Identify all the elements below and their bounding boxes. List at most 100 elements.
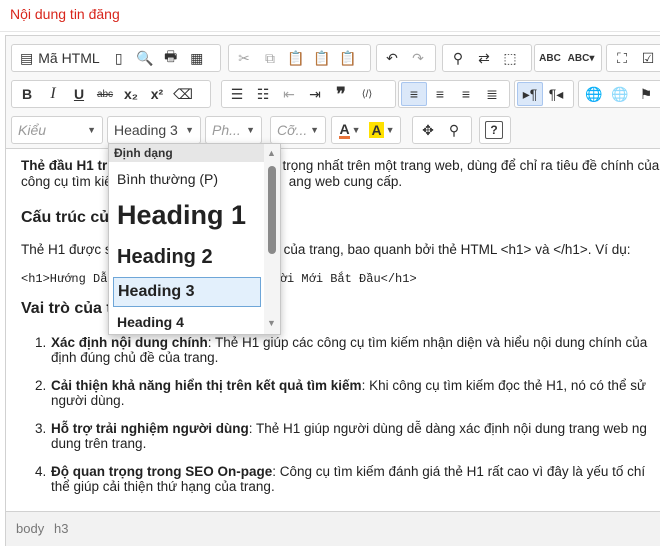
blockquote-button[interactable]: ❞ (328, 82, 354, 106)
format-option-heading-2[interactable]: Heading 2 (113, 246, 261, 269)
content-heading-role: Vai trò của t (21, 300, 112, 317)
font-combo[interactable]: Ph... ▼ (205, 116, 262, 144)
styles-combo-label: Kiểu (18, 122, 47, 138)
align-center-button[interactable]: ≡ (427, 82, 453, 106)
find-button[interactable]: ⚲ (445, 46, 471, 70)
print-button[interactable]: 🖶 (158, 46, 184, 70)
text-color-icon: A (339, 120, 350, 139)
help-button[interactable]: ? (485, 121, 503, 139)
format-option-heading-4[interactable]: Heading 4 (113, 314, 261, 330)
show-blocks-preview-button[interactable]: ⚲ (441, 118, 467, 142)
scroll-down-icon[interactable]: ▼ (267, 318, 276, 328)
cut-icon: ✂ (238, 49, 250, 66)
list-item: 2. Cải thiện khả năng hiển thị trên kết … (35, 378, 646, 408)
toolbar-group-links: 🌐 🌐 ⚑ (578, 80, 660, 108)
bold-button[interactable]: B (14, 82, 40, 106)
toolbar-group-find: ⚲ ⇄ ⬚ (442, 44, 532, 72)
strike-icon: abc (96, 88, 114, 100)
indent-icon: ⇥ (309, 85, 321, 102)
rich-text-editor: ▤ Mã HTML ▯ 🔍 🖶 ▦ ✂ ⧉ 📋 📋 📋 ↶ ↷ ⚲ ⇄ ⬚ ABC… (5, 35, 660, 546)
undo-button[interactable]: ↶ (379, 46, 405, 70)
justify-button[interactable]: ≣ (479, 82, 505, 106)
anchor-button[interactable]: ⚑ (633, 82, 659, 106)
list-item: 1. Xác định nội dung chính: Thẻ H1 giúp … (35, 335, 648, 365)
create-div-button[interactable]: ⟨/⟩ (354, 82, 380, 106)
anchor-icon: ⚑ (639, 85, 653, 102)
checkbox-icon: ☑ (641, 49, 655, 66)
align-left-button[interactable]: ≡ (401, 82, 427, 106)
element-path-bar: body h3 (6, 511, 660, 546)
bulleted-list-button[interactable]: ☷ (250, 82, 276, 106)
select-all-button[interactable]: ⬚ (497, 46, 523, 70)
outdent-icon: ⇤ (283, 85, 295, 102)
preview-button[interactable]: 🔍 (132, 46, 158, 70)
rtl-icon: ¶◂ (548, 85, 564, 102)
new-page-button[interactable]: ▯ (106, 46, 132, 70)
format-option-heading-1[interactable]: Heading 1 (113, 200, 261, 231)
toolbar-group-forms: ⛶ ☑ (606, 44, 660, 72)
numbered-list-button[interactable]: ☰ (224, 82, 250, 106)
chevron-down-icon: ▼ (310, 125, 319, 135)
link-button[interactable]: 🌐 (581, 82, 607, 106)
cut-button[interactable]: ✂ (231, 46, 257, 70)
path-item-h3[interactable]: h3 (54, 521, 68, 536)
find-icon: ⚲ (452, 49, 464, 66)
spellcheck-button[interactable]: ABC (537, 46, 563, 70)
templates-button[interactable]: ▦ (184, 46, 210, 70)
redo-button[interactable]: ↷ (405, 46, 431, 70)
paste-word-icon: 📋 (339, 49, 357, 66)
text-color-button[interactable]: A ▼ (334, 118, 366, 142)
scroll-up-icon[interactable]: ▲ (267, 148, 276, 158)
bg-color-icon: A (369, 122, 384, 138)
bg-color-button[interactable]: A ▼ (366, 118, 398, 142)
superscript-icon: x² (150, 86, 164, 102)
subscript-button[interactable]: x₂ (118, 82, 144, 106)
title-divider (0, 31, 660, 32)
format-option-heading-3[interactable]: Heading 3 (113, 277, 261, 307)
format-option-normal[interactable]: Bình thường (P) (113, 171, 261, 187)
toolbar-group-help: ? (479, 116, 511, 144)
outdent-button[interactable]: ⇤ (276, 82, 302, 106)
editor-content[interactable]: Thẻ đầu H1 tr n trọng nhất trên một trang… (6, 148, 660, 512)
remove-format-icon: ⌫ (173, 85, 193, 102)
unlink-icon: 🌐 (611, 85, 629, 102)
source-button[interactable]: ▤ Mã HTML (14, 46, 106, 70)
strike-button[interactable]: abc (92, 82, 118, 106)
show-blocks-button[interactable]: ⛶ (609, 46, 635, 70)
scrollbar-thumb[interactable] (268, 166, 276, 254)
path-item-body[interactable]: body (16, 521, 44, 536)
remove-format-button[interactable]: ⌫ (170, 82, 196, 106)
templates-icon: ▦ (190, 49, 204, 66)
underline-button[interactable]: U (66, 82, 92, 106)
show-blocks-icon: ⛶ (617, 49, 627, 66)
copy-button[interactable]: ⧉ (257, 46, 283, 70)
scayt-button[interactable]: ABC▾ (563, 46, 599, 70)
dropdown-scrollbar[interactable]: ▲ ▼ (264, 144, 280, 334)
align-right-icon: ≡ (461, 86, 471, 102)
list-item: 4. Độ quan trọng trong SEO On-page: Công… (35, 464, 646, 494)
size-combo[interactable]: Cỡ... ▼ (270, 116, 326, 144)
ltr-button[interactable]: ▸¶ (517, 82, 543, 106)
paste-icon: 📋 (287, 49, 305, 66)
paste-text-button[interactable]: 📋 (309, 46, 335, 70)
styles-combo[interactable]: Kiểu ▼ (11, 116, 103, 144)
italic-button[interactable]: I (40, 82, 66, 106)
format-dropdown-header: Định dạng (109, 144, 264, 162)
format-combo[interactable]: Heading 3 ▼ (107, 116, 201, 144)
paste-button[interactable]: 📋 (283, 46, 309, 70)
maximize-button[interactable]: ✥ (415, 118, 441, 142)
replace-button[interactable]: ⇄ (471, 46, 497, 70)
paste-word-button[interactable]: 📋 (335, 46, 361, 70)
checkbox-button[interactable]: ☑ (635, 46, 660, 70)
rtl-button[interactable]: ¶◂ (543, 82, 569, 106)
superscript-button[interactable]: x² (144, 82, 170, 106)
link-icon: 🌐 (585, 85, 603, 102)
align-right-button[interactable]: ≡ (453, 82, 479, 106)
numbered-list-icon: ☰ (230, 85, 244, 102)
select-all-icon: ⬚ (503, 49, 517, 66)
preview-icon: 🔍 (135, 49, 154, 66)
toolbar-group-clipboard: ✂ ⧉ 📋 📋 📋 (228, 44, 371, 72)
italic-icon: I (50, 85, 56, 102)
unlink-button[interactable]: 🌐 (607, 82, 633, 106)
indent-button[interactable]: ⇥ (302, 82, 328, 106)
